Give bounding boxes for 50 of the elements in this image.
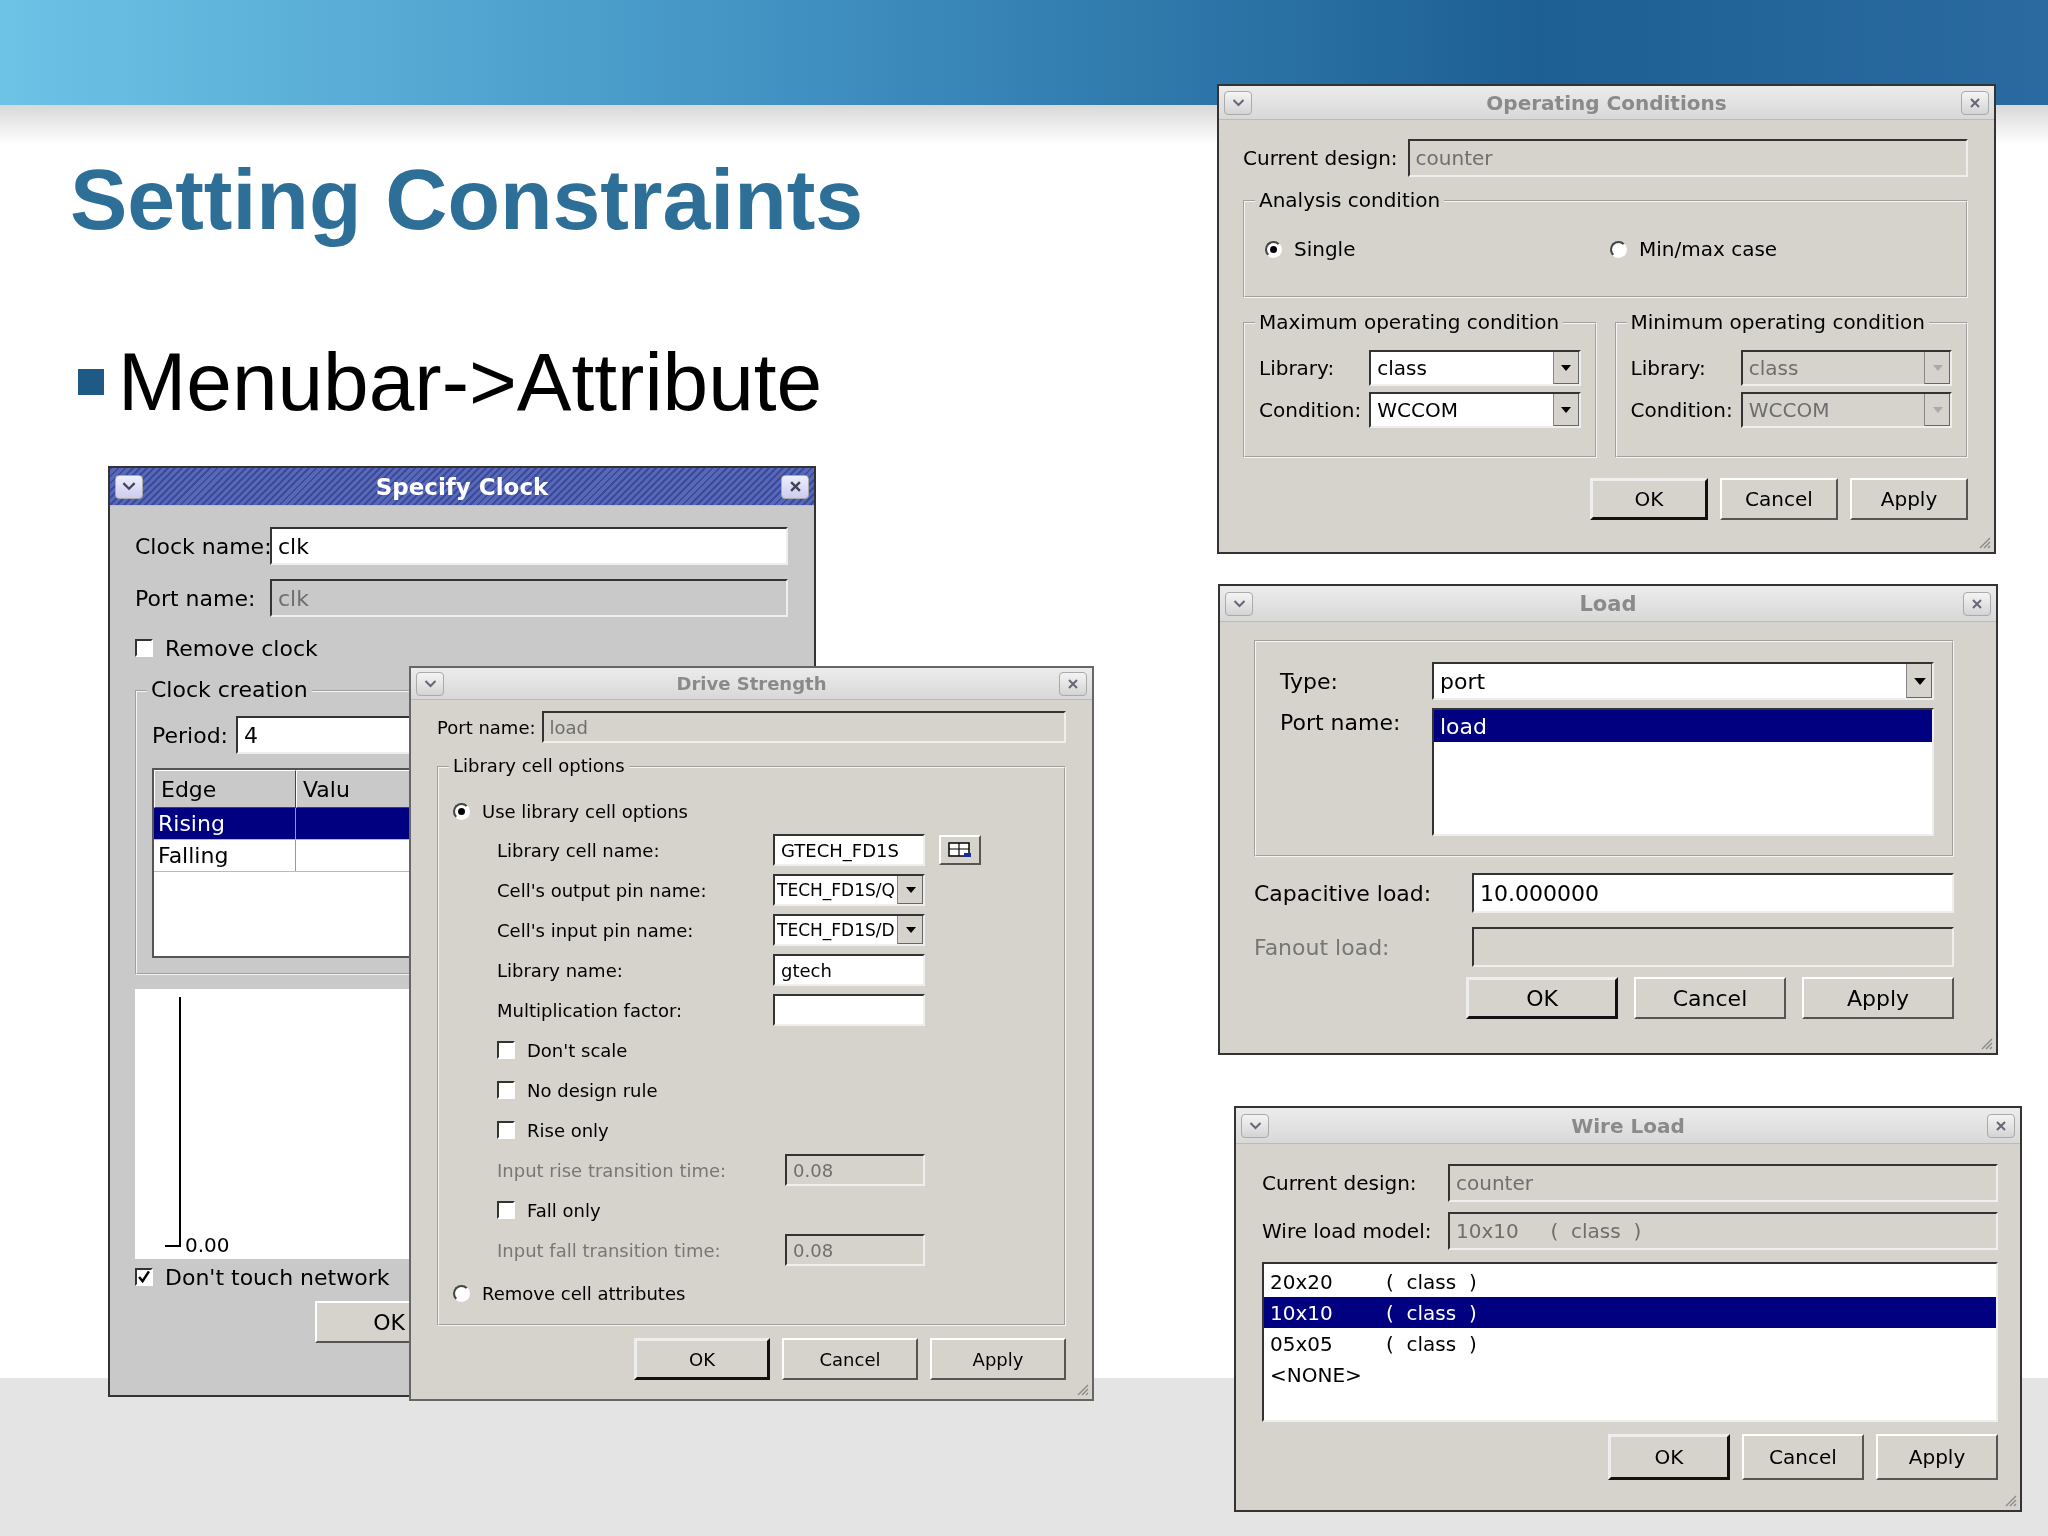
group-label: Library cell options (449, 755, 629, 777)
window-title: Specify Clock (375, 473, 549, 500)
field-label: Period: (152, 722, 228, 748)
field-label: Cell's input pin name: (497, 919, 695, 941)
field-label: Clock name: (135, 533, 270, 559)
field-label: Port name: (1280, 709, 1402, 735)
field-label: Cell's output pin name: (497, 879, 708, 901)
model-name: <NONE> (1270, 1362, 1363, 1387)
model-name: 20x20 (1270, 1269, 1334, 1294)
field-label: Library name: (497, 959, 624, 981)
field-label: Port name: (437, 716, 536, 738)
checkbox-label: Don't scale (527, 1039, 628, 1061)
bullet-text: Menubar->Attribute (118, 335, 823, 429)
field-label: Wire load model: (1262, 1219, 1433, 1243)
library-name: ( class ) (1386, 1331, 1477, 1356)
window-title: Drive Strength (676, 673, 827, 694)
field-label: Current design: (1243, 146, 1398, 170)
field-label: Input fall transition time: (497, 1239, 722, 1261)
library-name: ( class ) (1386, 1300, 1477, 1325)
field-label: Library: (1630, 356, 1707, 380)
radio-label: Single (1294, 237, 1356, 261)
model-name: 10x10 (1270, 1300, 1334, 1325)
library-name: ( class ) (1386, 1269, 1477, 1294)
radio-label: Remove cell attributes (482, 1282, 686, 1304)
window-title: Load (1579, 591, 1637, 616)
field-label: Multiplication factor: (497, 999, 684, 1021)
field-label: Condition: (1630, 398, 1733, 422)
window-title: Operating Conditions (1486, 90, 1727, 115)
field-label: Fanout load: (1254, 934, 1391, 960)
radio-label: Min/max case (1639, 237, 1778, 261)
checkbox-label: No design rule (527, 1079, 658, 1101)
window-title: Wire Load (1571, 1113, 1685, 1138)
field-label: Type: (1280, 668, 1339, 694)
field-label: Port name: (135, 585, 257, 611)
field-label: Input rise transition time: (497, 1159, 728, 1181)
model-name: 05x05 (1270, 1331, 1334, 1356)
slide-title: Setting Constraints (70, 150, 864, 249)
checkbox-label: Remove clock (165, 635, 318, 661)
table-cell: Rising (154, 808, 296, 839)
radio-label: Use library cell options (482, 800, 688, 822)
field-label: Library cell name: (497, 839, 661, 861)
checkbox-label: Fall only (527, 1199, 601, 1221)
field-label: Current design: (1262, 1171, 1418, 1195)
field-label: Library: (1259, 356, 1336, 380)
checkbox-label: Rise only (527, 1119, 609, 1141)
axis-label: 0.00 (185, 1233, 230, 1257)
checkbox-label: Don't touch network (165, 1264, 390, 1290)
field-label: Capacitive load: (1254, 880, 1433, 906)
table-cell: Falling (154, 840, 296, 871)
field-label: Condition: (1259, 398, 1362, 422)
